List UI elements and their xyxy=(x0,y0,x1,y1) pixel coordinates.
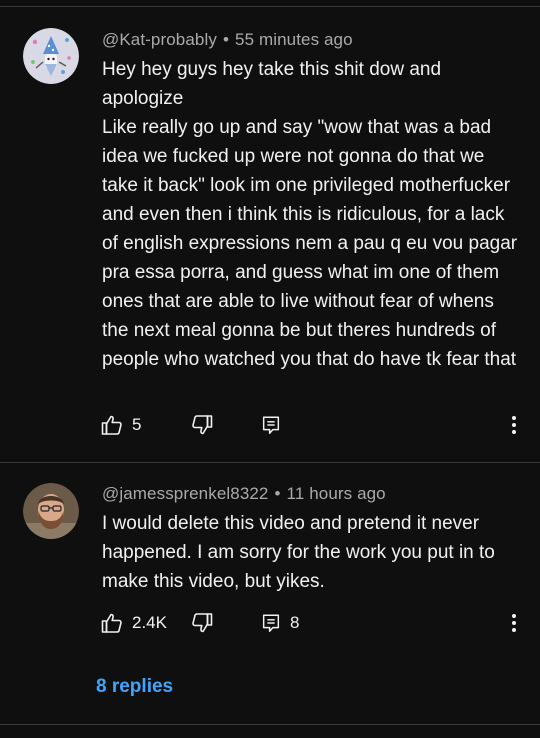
comment-author[interactable]: @Kat-probably xyxy=(102,30,217,49)
comment-author[interactable]: @jamessprenkel8322 xyxy=(102,484,268,503)
top-divider xyxy=(0,6,540,7)
thumbs-down-icon xyxy=(192,613,213,633)
more-actions-button[interactable] xyxy=(506,609,522,637)
more-vertical-icon xyxy=(512,416,516,434)
comment-paragraph: I would delete this video and pretend it… xyxy=(102,513,495,592)
reply-button[interactable]: 8 xyxy=(260,609,299,637)
meta-separator: • xyxy=(222,30,230,49)
reply-count: 8 xyxy=(290,613,300,632)
dislike-button[interactable] xyxy=(190,609,214,637)
comment-time[interactable]: 55 minutes ago xyxy=(235,30,353,49)
reply-icon xyxy=(262,614,280,632)
thumbs-up-icon xyxy=(101,415,122,435)
comment-text: Hey hey guys hey take this shit dow and … xyxy=(102,55,522,374)
avatar[interactable] xyxy=(23,483,79,539)
comment-paragraph: Like really go up and say "wow that was … xyxy=(102,117,518,370)
comment-time[interactable]: 11 hours ago xyxy=(287,484,386,503)
like-count: 2.4K xyxy=(132,613,167,632)
thumbs-down-icon xyxy=(192,415,213,435)
reply-button[interactable] xyxy=(260,411,282,439)
comment-actions: 5 xyxy=(100,411,530,439)
like-count: 5 xyxy=(132,415,142,434)
comment-meta: @Kat-probably • 55 minutes ago xyxy=(102,30,353,50)
like-button[interactable]: 5 xyxy=(100,411,141,439)
comment-divider xyxy=(0,462,540,463)
comment-text: I would delete this video and pretend it… xyxy=(102,509,522,596)
avatar[interactable] xyxy=(23,28,79,84)
meta-separator: • xyxy=(274,484,281,503)
wizard-doodle-avatar-icon xyxy=(23,28,79,84)
bottom-divider xyxy=(0,724,540,725)
comment-paragraph: Hey hey guys hey take this shit dow and … xyxy=(102,59,442,109)
more-vertical-icon xyxy=(512,614,516,632)
view-replies-link[interactable]: 8 replies xyxy=(96,676,173,698)
more-actions-button[interactable] xyxy=(506,411,522,439)
comment-actions: 2.4K 8 xyxy=(100,609,530,637)
thumbs-up-icon xyxy=(101,613,122,633)
comment-meta: @jamessprenkel8322 • 11 hours ago xyxy=(102,484,386,504)
reply-icon xyxy=(262,416,280,434)
like-button[interactable]: 2.4K xyxy=(100,609,167,637)
dislike-button[interactable] xyxy=(190,411,214,439)
bearded-man-avatar-icon xyxy=(23,483,79,539)
